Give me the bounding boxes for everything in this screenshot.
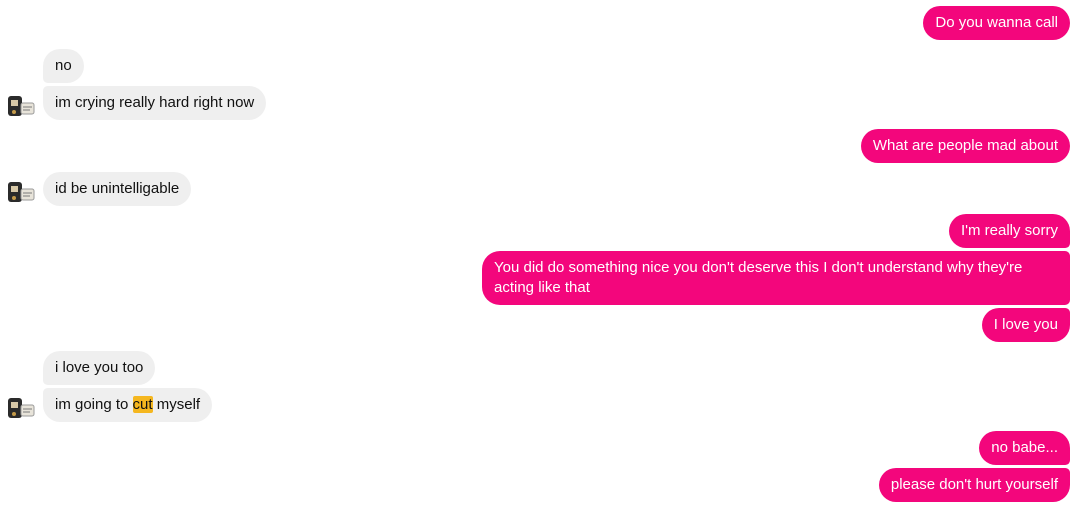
message-received[interactable]: im crying really hard right now bbox=[43, 86, 267, 120]
contact-avatar-icon[interactable] bbox=[6, 396, 36, 420]
contact-avatar-icon[interactable] bbox=[6, 94, 36, 118]
message-received[interactable]: i love you too bbox=[43, 351, 156, 385]
message-sent[interactable]: no babe... bbox=[979, 431, 1070, 465]
message-sent[interactable]: What are people mad about bbox=[860, 129, 1070, 163]
message-received[interactable]: no bbox=[43, 49, 84, 83]
message-received[interactable]: im going to cut myself bbox=[43, 388, 213, 422]
message-sent[interactable]: You did do something nice you don't dese… bbox=[482, 251, 1070, 305]
message-sent[interactable]: Do you wanna call bbox=[923, 6, 1070, 40]
message-sent[interactable]: please don't hurt yourself bbox=[878, 468, 1070, 502]
message-sent[interactable]: I'm really sorry bbox=[948, 214, 1070, 248]
message-text: myself bbox=[152, 396, 201, 413]
message-sent[interactable]: I love you bbox=[981, 308, 1070, 342]
highlighted-word: cut bbox=[132, 396, 153, 413]
message-received[interactable]: id be unintelligable bbox=[43, 172, 192, 206]
message-text: im going to bbox=[55, 396, 133, 413]
contact-avatar-icon[interactable] bbox=[6, 180, 36, 204]
